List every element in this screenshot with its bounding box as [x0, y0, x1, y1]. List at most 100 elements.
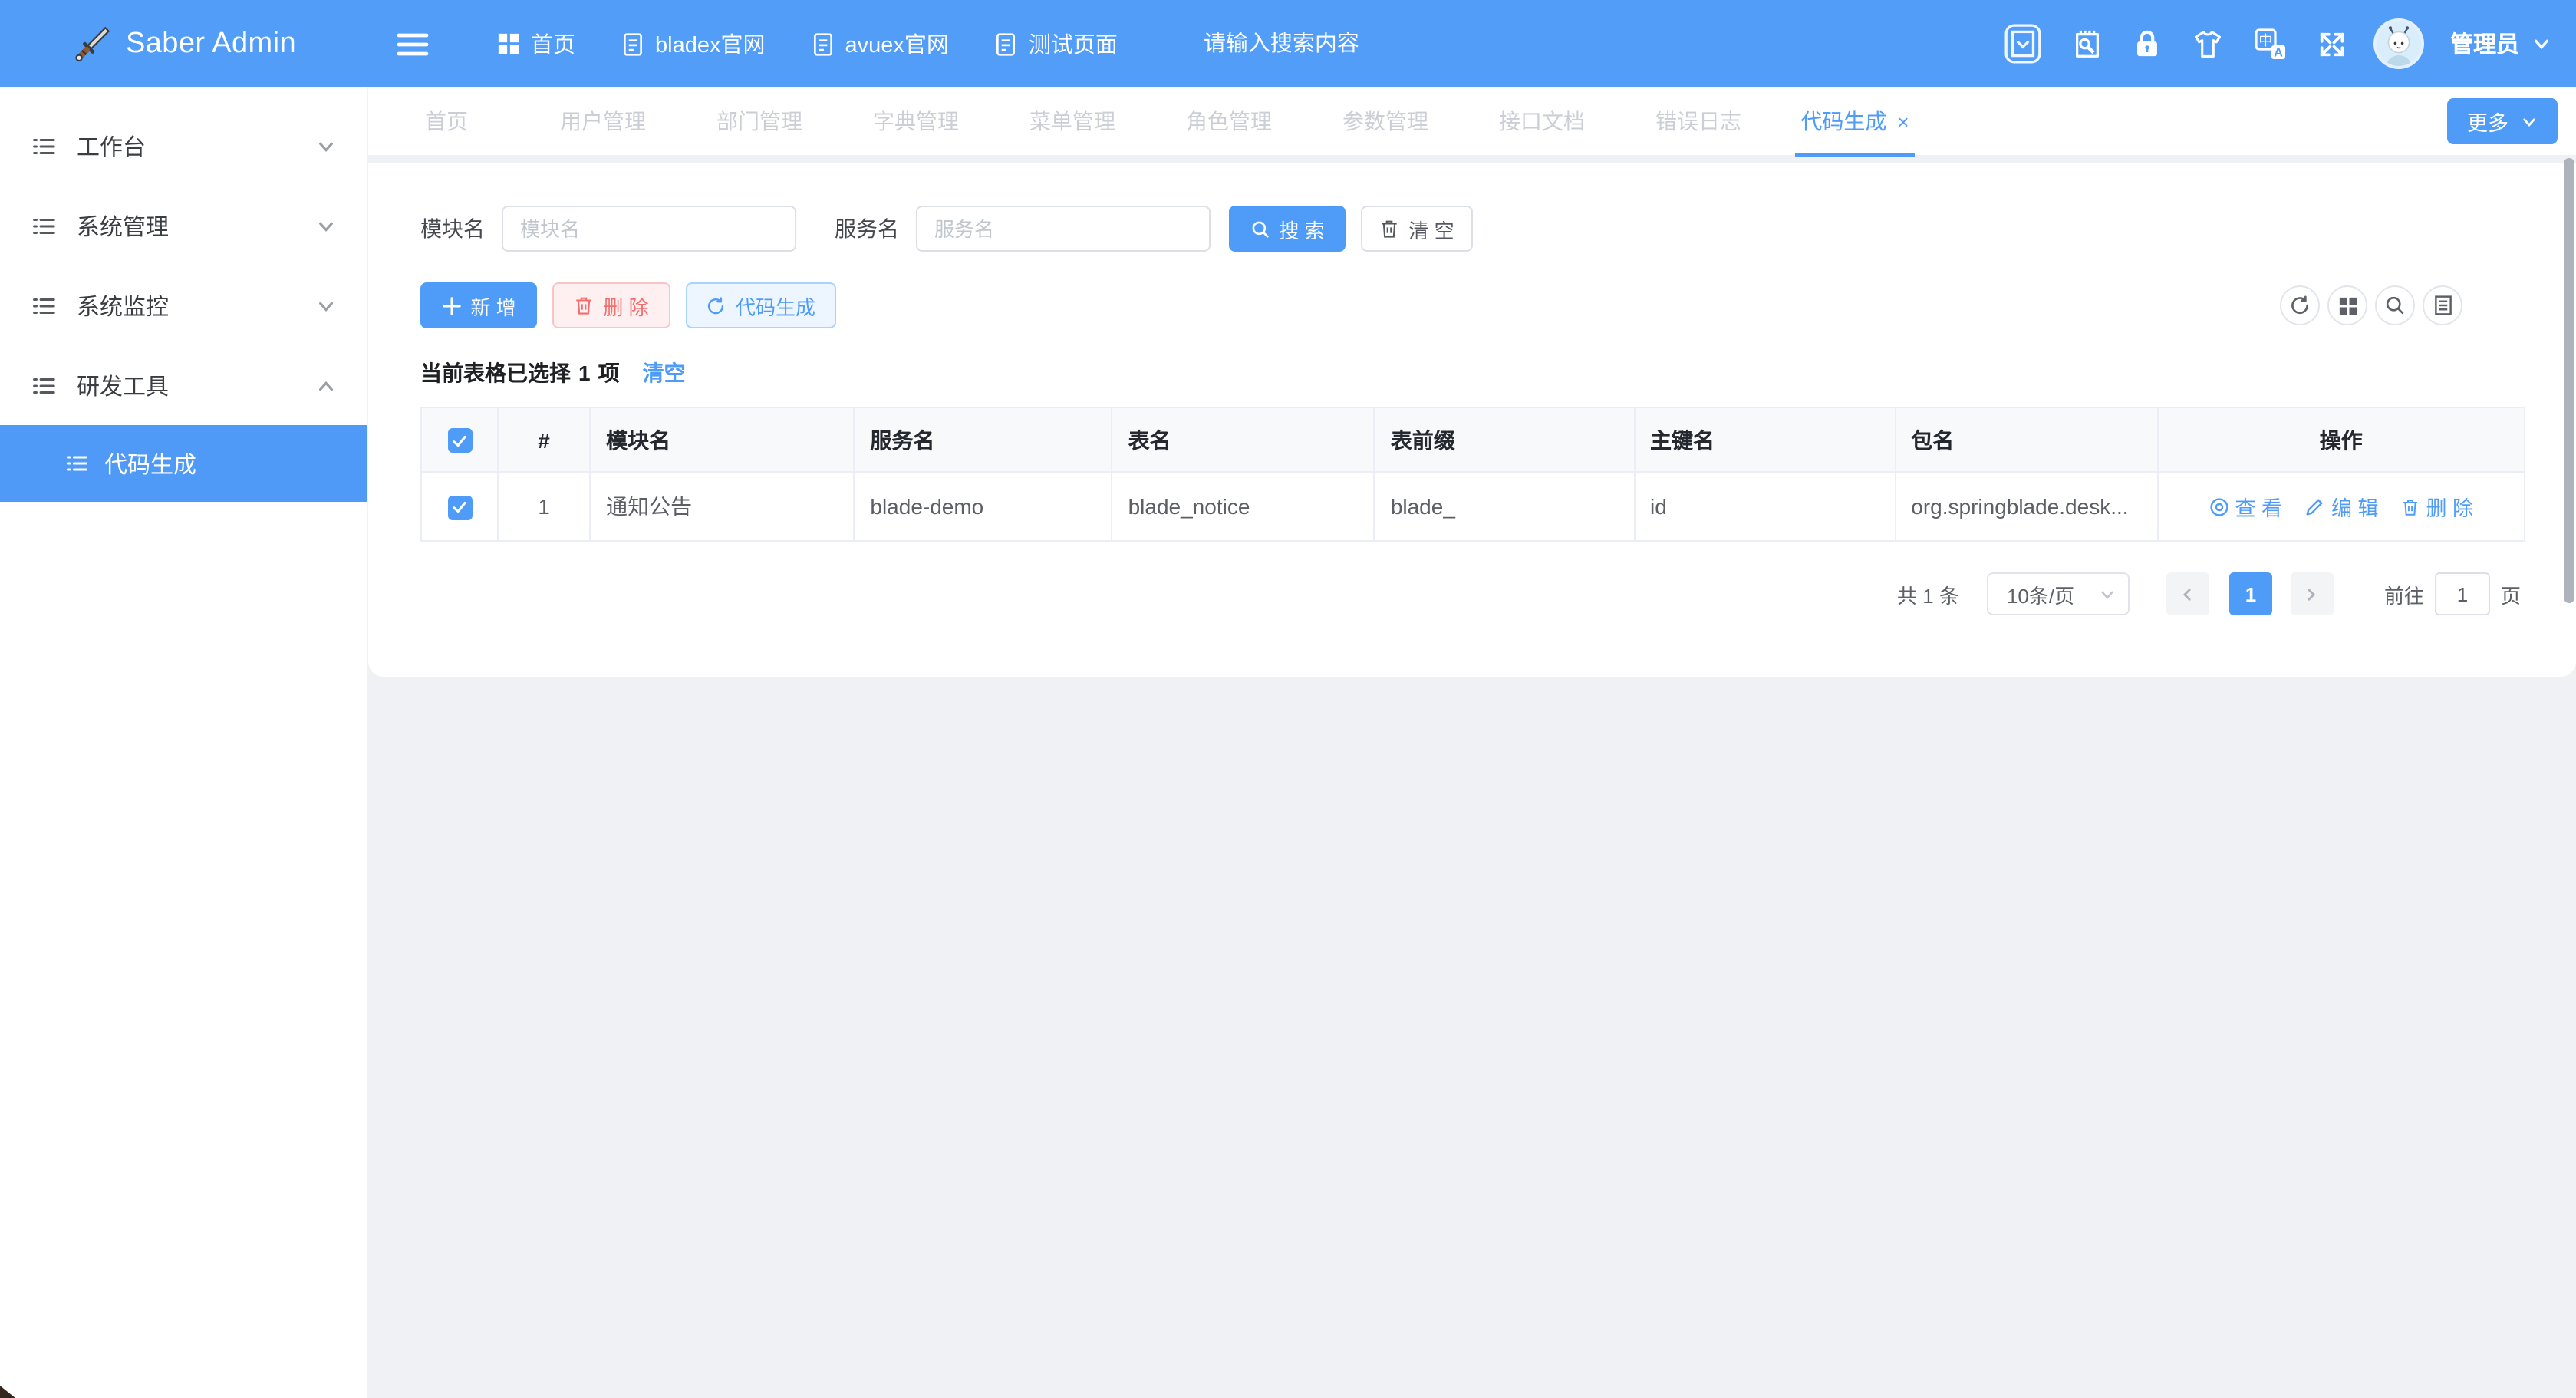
language-icon[interactable]: 中 A	[2254, 27, 2288, 61]
code-generate-button[interactable]: 代码生成	[686, 282, 836, 328]
user-menu[interactable]: 管理员	[2450, 28, 2551, 60]
sidebar-item-code-generation[interactable]: 代码生成	[0, 425, 367, 502]
chevron-down-icon	[316, 216, 336, 236]
col-header-index: #	[498, 407, 590, 472]
sidebar-item-dev-tools[interactable]: 研发工具	[0, 345, 367, 425]
tab-user-management[interactable]: 用户管理	[525, 87, 681, 155]
selection-info: 当前表格已选择 1 项 清空	[420, 359, 2525, 387]
device-preview-button[interactable]	[2004, 23, 2042, 64]
delete-button-label: 删 除	[603, 291, 648, 320]
sidebar-item-workbench[interactable]: 工作台	[0, 106, 367, 186]
cell-package: org.springblade.desk...	[1895, 472, 2157, 541]
more-button[interactable]: 更多	[2447, 98, 2558, 144]
theme-icon[interactable]	[2191, 28, 2225, 59]
goto-page-input[interactable]	[2435, 572, 2490, 615]
service-name-label: 服务名	[835, 213, 899, 244]
next-page-button[interactable]	[2291, 572, 2334, 615]
table-header-row: # 模块名 服务名 表名 表前缀 主键名 包名 操作	[421, 407, 2525, 472]
top-nav-avuex[interactable]: avuex官网	[811, 28, 948, 60]
debug-tools-icon[interactable]	[2071, 27, 2103, 61]
sidebar-item-label: 研发工具	[77, 369, 169, 401]
app-root: Saber Admin 首页	[0, 0, 2576, 1398]
tab-dict-management[interactable]: 字典管理	[838, 87, 994, 155]
cell-index: 1	[498, 472, 590, 541]
pagination: 共 1 条 10条/页 1 前往 页	[420, 572, 2525, 615]
main-content: 首页 用户管理 部门管理 字典管理 菜单管理 角色管理 参数管理 接口文档 错误…	[368, 87, 2576, 1398]
tab-menu-management[interactable]: 菜单管理	[994, 87, 1151, 155]
filter-row: 模块名 服务名 搜 索 清 空	[420, 206, 2525, 252]
scrollbar-thumb[interactable]	[2564, 158, 2574, 603]
list-icon	[31, 372, 57, 398]
service-name-input[interactable]	[916, 206, 1211, 252]
document-icon	[811, 31, 834, 56]
col-header-table: 表名	[1112, 407, 1375, 472]
close-icon[interactable]: ×	[1897, 111, 1909, 131]
add-button-label: 新 增	[470, 291, 516, 320]
trash-icon	[574, 295, 594, 316]
prev-page-button[interactable]	[2166, 572, 2209, 615]
sidebar-item-system-monitor[interactable]: 系统监控	[0, 265, 367, 345]
tab-param-management[interactable]: 参数管理	[1307, 87, 1464, 155]
search-toggle-button[interactable]	[2375, 285, 2415, 325]
column-settings-button[interactable]	[2327, 285, 2367, 325]
delete-button[interactable]: 删 除	[552, 282, 670, 328]
sidebar-item-system-management[interactable]: 系统管理	[0, 186, 367, 265]
list-icon	[31, 133, 57, 159]
col-header-actions: 操作	[2157, 407, 2525, 472]
pagination-total: 共 1 条	[1897, 579, 1959, 608]
page-size-value: 10条/页	[2007, 579, 2074, 608]
selection-clear-link[interactable]: 清空	[643, 358, 686, 388]
tab-error-log[interactable]: 错误日志	[1620, 87, 1777, 155]
page-size-select[interactable]: 10条/页	[1987, 572, 2130, 615]
table-row[interactable]: 1 通知公告 blade-demo blade_notice blade_ id…	[421, 472, 2525, 541]
col-header-prefix: 表前缀	[1375, 407, 1634, 472]
sidebar-item-label: 工作台	[77, 130, 146, 162]
refresh-button[interactable]	[2280, 285, 2320, 325]
sidebar-subitem-label: 代码生成	[104, 447, 196, 480]
tab-dept-management[interactable]: 部门管理	[681, 87, 838, 155]
tab-role-management[interactable]: 角色管理	[1151, 87, 1307, 155]
tab-api-docs[interactable]: 接口文档	[1464, 87, 1620, 155]
module-name-input[interactable]	[502, 206, 796, 252]
data-table: # 模块名 服务名 表名 表前缀 主键名 包名 操作	[420, 407, 2525, 542]
tab-home[interactable]: 首页	[368, 87, 525, 155]
menu-collapse-icon[interactable]	[396, 27, 430, 61]
brand-title: Saber Admin	[126, 27, 296, 61]
trash-icon	[1379, 218, 1399, 239]
svg-text:中: 中	[2258, 32, 2272, 48]
user-avatar[interactable]	[2377, 21, 2421, 66]
delete-link[interactable]: 删 除	[2402, 491, 2474, 522]
brand-logo[interactable]: Saber Admin	[0, 0, 368, 87]
cell-table-name: blade_notice	[1112, 472, 1375, 541]
chevron-down-icon	[316, 295, 336, 315]
view-link[interactable]: 查 看	[2209, 491, 2282, 522]
row-actions: 查 看 编 辑	[2173, 491, 2508, 522]
lock-icon[interactable]	[2133, 28, 2162, 60]
chevron-down-icon	[2099, 585, 2116, 602]
search-button[interactable]: 搜 索	[1229, 206, 1346, 252]
top-nav-bladex[interactable]: bladex官网	[621, 28, 765, 60]
top-nav-bladex-label: bladex官网	[655, 28, 765, 60]
sidebar: 工作台 系统管理	[0, 87, 368, 1398]
clear-button[interactable]: 清 空	[1361, 206, 1473, 252]
global-search-input[interactable]	[1204, 31, 1434, 56]
top-nav-test[interactable]: 测试页面	[995, 28, 1118, 60]
add-button[interactable]: 新 增	[420, 282, 537, 328]
fullscreen-icon[interactable]	[2317, 28, 2347, 59]
log-button[interactable]	[2423, 285, 2462, 325]
selection-prefix: 当前表格已选择	[420, 358, 571, 388]
action-row: 新 增 删 除 代码生成	[420, 282, 2525, 330]
current-page-button[interactable]: 1	[2229, 572, 2272, 615]
crud-card: 模块名 服务名 搜 索 清 空	[368, 163, 2576, 677]
edit-link-label: 编 辑	[2331, 491, 2379, 522]
col-header-pk: 主键名	[1634, 407, 1895, 472]
row-checkbox[interactable]	[447, 495, 472, 519]
clear-button-label: 清 空	[1408, 214, 1454, 243]
select-all-checkbox[interactable]	[447, 428, 472, 453]
top-nav-home[interactable]: 首页	[497, 28, 575, 60]
sidebar-item-label: 系统管理	[77, 209, 169, 242]
tab-code-generation-active[interactable]: 代码生成 ×	[1777, 87, 1933, 155]
refresh-icon	[707, 295, 726, 315]
edit-link[interactable]: 编 辑	[2305, 491, 2379, 522]
page-tabbar: 首页 用户管理 部门管理 字典管理 菜单管理 角色管理 参数管理 接口文档 错误…	[368, 87, 2576, 157]
